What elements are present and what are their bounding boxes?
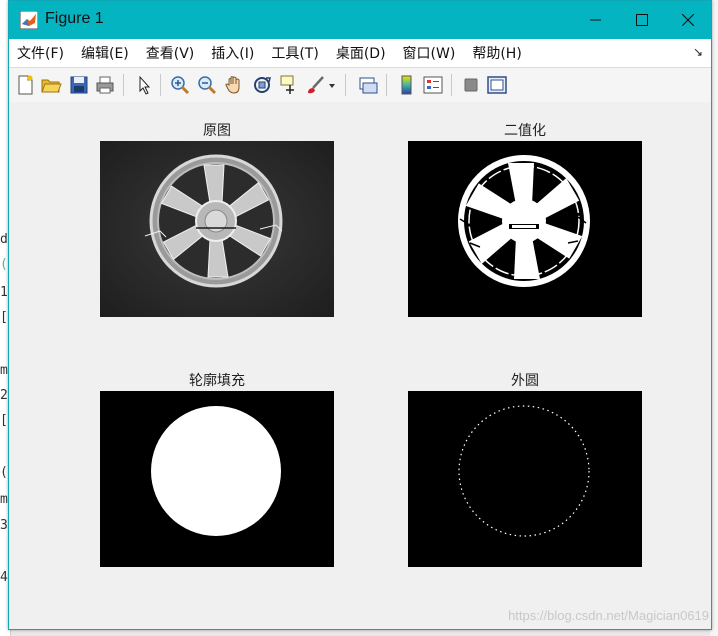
original-image-axes bbox=[100, 141, 334, 317]
zoom-out-icon[interactable] bbox=[196, 74, 218, 96]
print-icon[interactable] bbox=[94, 74, 116, 96]
binary-image-axes bbox=[408, 141, 642, 317]
save-icon[interactable] bbox=[68, 74, 90, 96]
close-icon bbox=[682, 14, 694, 26]
subplot-title: 外圆 bbox=[511, 373, 539, 389]
menu-view[interactable]: 查看(V) bbox=[146, 43, 204, 63]
close-button[interactable] bbox=[665, 1, 711, 39]
data-cursor-icon[interactable] bbox=[278, 74, 300, 96]
toolbar-separator bbox=[123, 74, 124, 96]
toolbar-separator bbox=[451, 74, 452, 96]
show-plot-tools-icon[interactable] bbox=[486, 74, 508, 96]
zoom-in-icon[interactable] bbox=[169, 74, 191, 96]
pan-hand-icon[interactable] bbox=[223, 74, 245, 96]
minimize-icon bbox=[590, 19, 601, 21]
binary-wheel-image bbox=[408, 141, 642, 317]
window-title: Figure 1 bbox=[45, 10, 104, 27]
dock-arrow-icon[interactable]: ↘ bbox=[693, 45, 703, 59]
rotate-3d-icon[interactable] bbox=[251, 74, 273, 96]
toolbar-separator bbox=[386, 74, 387, 96]
legend-icon[interactable] bbox=[422, 74, 444, 96]
maximize-button[interactable] bbox=[619, 1, 665, 39]
toolbar-separator bbox=[160, 74, 161, 96]
link-plot-icon[interactable] bbox=[357, 74, 379, 96]
edit-plot-arrow-icon[interactable] bbox=[133, 74, 155, 96]
subplot-outer-circle[interactable]: 外圆 bbox=[408, 370, 642, 569]
minimize-button[interactable] bbox=[573, 1, 619, 39]
watermark-text: https://blog.csdn.net/Magician0619 bbox=[508, 608, 709, 623]
subplot-title: 轮廓填充 bbox=[189, 373, 245, 389]
menu-window[interactable]: 窗口(W) bbox=[403, 43, 465, 63]
brush-icon[interactable] bbox=[305, 74, 327, 96]
new-figure-icon[interactable] bbox=[14, 74, 36, 96]
menu-insert[interactable]: 插入(I) bbox=[211, 43, 263, 63]
figure-toolbar bbox=[9, 67, 711, 103]
grayscale-wheel-image bbox=[100, 141, 334, 317]
dotted-circle-image bbox=[408, 391, 642, 567]
menu-edit[interactable]: 编辑(E) bbox=[81, 43, 138, 63]
figure-canvas: 原图 二值化 轮廓填充 外圆 https://blog.csdn.net/Mag… bbox=[9, 102, 711, 629]
menu-file[interactable]: 文件(F) bbox=[17, 43, 73, 63]
subplot-filled-contour[interactable]: 轮廓填充 bbox=[100, 370, 334, 569]
filled-image-axes bbox=[100, 391, 334, 567]
open-file-icon[interactable] bbox=[40, 74, 62, 96]
menu-desktop[interactable]: 桌面(D) bbox=[336, 43, 395, 63]
filled-disc-image bbox=[100, 391, 334, 567]
figure-window: Figure 1 文件(F) 编辑(E) 查看(V) 插入(I) 工具(T) 桌… bbox=[8, 0, 712, 630]
title-bar[interactable]: Figure 1 bbox=[9, 1, 711, 39]
outer-circle-axes bbox=[408, 391, 642, 567]
subplot-title: 二值化 bbox=[504, 123, 546, 139]
colorbar-icon[interactable] bbox=[396, 74, 418, 96]
matlab-logo-icon bbox=[20, 11, 38, 29]
subplot-title: 原图 bbox=[203, 123, 231, 139]
brush-dropdown-icon[interactable] bbox=[327, 74, 337, 96]
menu-help[interactable]: 帮助(H) bbox=[472, 43, 530, 63]
hide-plot-tools-icon[interactable] bbox=[460, 74, 482, 96]
maximize-icon bbox=[636, 14, 648, 26]
toolbar-separator bbox=[345, 74, 346, 96]
subplot-binarized[interactable]: 二值化 bbox=[408, 120, 642, 319]
subplot-original[interactable]: 原图 bbox=[100, 120, 334, 319]
menu-tools[interactable]: 工具(T) bbox=[271, 43, 327, 63]
menu-bar: 文件(F) 编辑(E) 查看(V) 插入(I) 工具(T) 桌面(D) 窗口(W… bbox=[9, 39, 711, 67]
